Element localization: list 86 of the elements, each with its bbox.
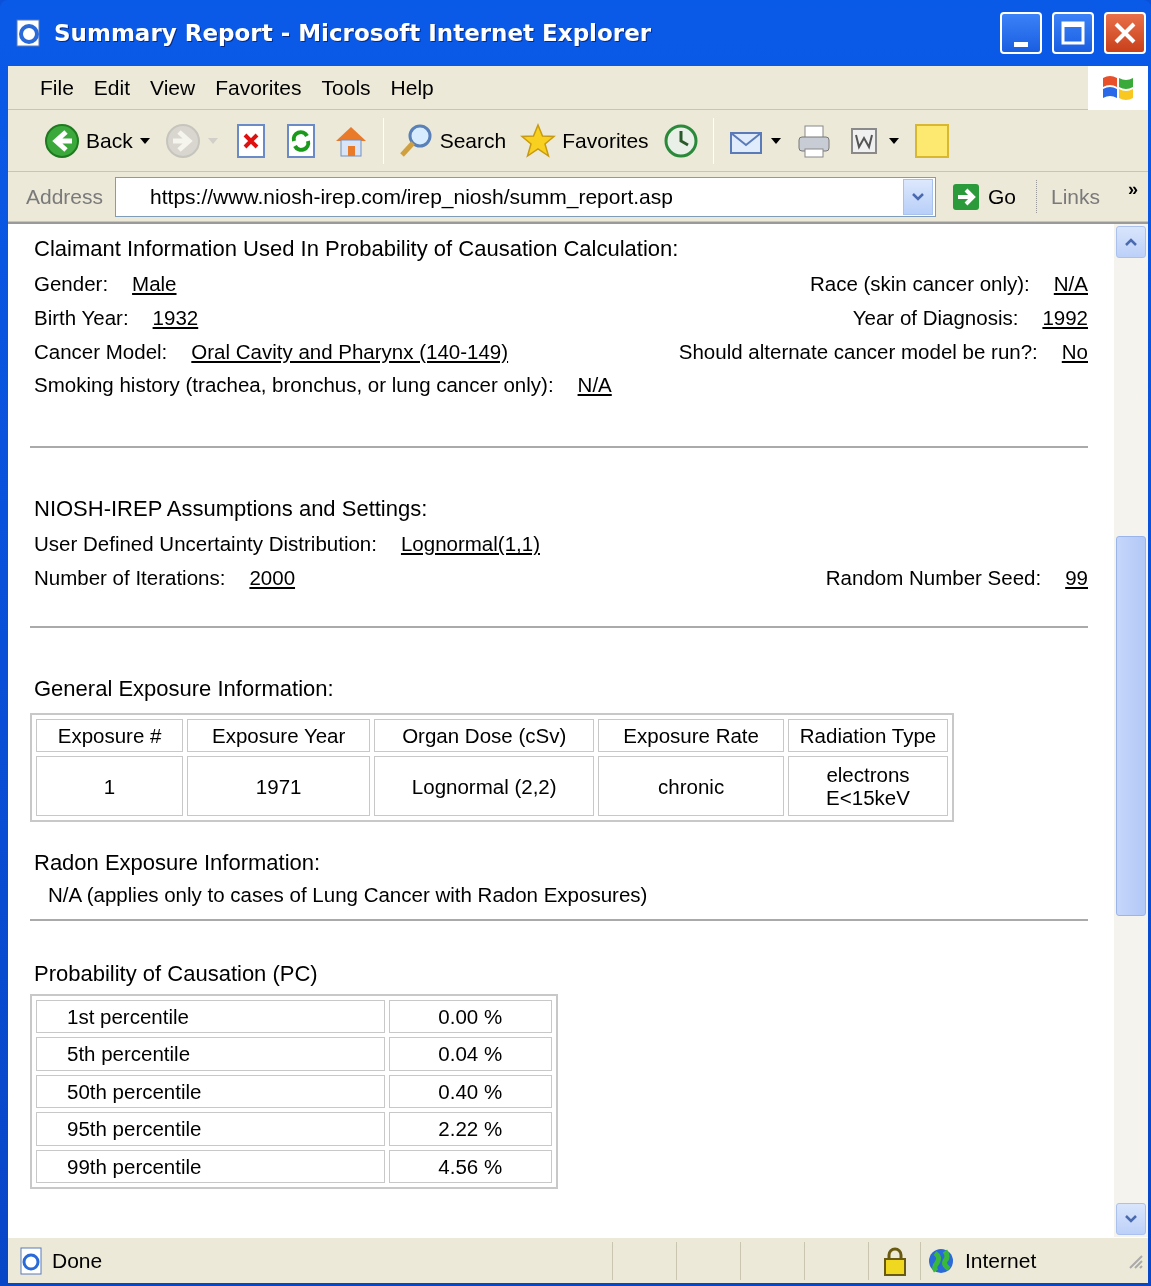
zone-text: Internet xyxy=(965,1247,1037,1274)
menu-item[interactable]: Tools xyxy=(313,69,379,106)
section-title: Claimant Information Used In Probability of Causation Calculation: xyxy=(34,236,680,263)
table-cell: electrons E<15keV xyxy=(788,756,948,817)
clock-icon xyxy=(662,122,699,159)
status-text: Done xyxy=(52,1247,104,1274)
search-icon xyxy=(397,122,434,159)
menu-item[interactable]: Help xyxy=(382,69,442,106)
table-cell: 1 xyxy=(36,756,184,817)
menu-item[interactable]: File xyxy=(32,69,82,106)
field-label: Race (skin cancer only): xyxy=(809,272,1030,297)
printer-icon xyxy=(795,122,832,159)
chevron-down-icon xyxy=(910,191,925,202)
more-links-button[interactable]: » xyxy=(1112,172,1148,203)
table-cell: 5th percentile xyxy=(36,1037,385,1071)
field-label: Random Number Seed: xyxy=(825,565,1042,591)
column-header: Exposure # xyxy=(36,718,184,753)
table-cell: 0.04 % xyxy=(388,1037,552,1071)
address-field[interactable]: https://www.niosh-irep.com/irep_niosh/summ_report.asp xyxy=(115,176,936,217)
section-title: Probability of Causation (PC) xyxy=(34,961,319,988)
favorites-button[interactable]: Favorites xyxy=(516,120,653,161)
table-cell: 50th percentile xyxy=(36,1074,385,1109)
table-cell: 99th percentile xyxy=(36,1149,385,1184)
field-label: Gender: xyxy=(34,272,109,297)
menu-item[interactable]: Edit xyxy=(85,69,139,106)
field-label: Should alternate cancer model be run?: xyxy=(678,339,1038,365)
search-button[interactable]: Search xyxy=(393,120,511,161)
section-title: Radon Exposure Information: xyxy=(34,850,322,877)
column-header: Exposure Year xyxy=(187,718,371,753)
maximize-button[interactable] xyxy=(1052,12,1094,54)
field-label: Cancer Model: xyxy=(34,339,168,365)
caret-icon xyxy=(206,136,219,145)
table-cell: 0.00 % xyxy=(388,999,552,1034)
table-cell: 95th percentile xyxy=(36,1112,385,1146)
field-label: Birth Year: xyxy=(34,306,129,331)
chevron-down-icon xyxy=(1124,1214,1138,1224)
table-cell: 1st percentile xyxy=(36,999,385,1034)
field-value: Lognormal(1,1) xyxy=(400,532,540,557)
padlock-icon xyxy=(882,1245,907,1276)
note-text: N/A (applies only to cases of Lung Cancer with Radon Exposures) xyxy=(48,882,649,908)
dropdown-button[interactable] xyxy=(902,178,933,215)
field-value: N/A xyxy=(1053,272,1088,297)
caret-icon xyxy=(887,136,900,145)
chevron-up-icon xyxy=(1124,237,1138,247)
field-value: 1932 xyxy=(152,306,199,331)
caret-icon xyxy=(138,136,151,145)
window-title: Summary Report - Microsoft Internet Explorer xyxy=(54,18,653,48)
section-title: General Exposure Information: xyxy=(34,676,335,703)
table-cell: 0.40 % xyxy=(388,1074,552,1109)
menu-item[interactable]: View xyxy=(142,69,204,106)
field-value: 99 xyxy=(1065,565,1088,591)
table-cell: 2.22 % xyxy=(388,1112,552,1146)
address-label: Address xyxy=(26,183,104,210)
field-value: No xyxy=(1061,339,1088,365)
table-cell: 4.56 % xyxy=(388,1149,552,1184)
field-label: Smoking history (trachea, bronchus, or lung cancer only): xyxy=(34,373,554,398)
field-value: Oral Cavity and Pharynx (140-149) xyxy=(191,339,509,365)
sticky-note-icon xyxy=(913,122,950,159)
field-label: Number of Iterations: xyxy=(34,565,226,591)
table-cell: Lognormal (2,2) xyxy=(374,756,595,817)
column-header: Exposure Rate xyxy=(598,718,784,753)
scroll-up-button[interactable] xyxy=(1116,226,1146,258)
back-button[interactable]: Back xyxy=(40,120,155,161)
section-title: NIOSH-IREP Assumptions and Settings: xyxy=(34,495,429,523)
links-button[interactable]: Links xyxy=(1035,179,1106,214)
field-value: N/A xyxy=(577,373,612,398)
star-icon xyxy=(520,122,557,159)
scroll-down-button[interactable] xyxy=(1116,1203,1146,1235)
scroll-thumb[interactable] xyxy=(1116,536,1146,916)
field-label: User Defined Uncertainty Distribution: xyxy=(34,532,377,557)
minimize-icon xyxy=(1014,41,1028,47)
globe-icon xyxy=(927,1246,955,1275)
field-label: Year of Diagnosis: xyxy=(852,306,1019,331)
table-cell: chronic xyxy=(598,756,784,817)
menu-item[interactable]: Favorites xyxy=(207,69,310,106)
column-header: Organ Dose (cSv) xyxy=(374,718,595,753)
column-header: Radiation Type xyxy=(788,718,948,753)
table-cell: 1971 xyxy=(187,756,371,817)
go-button[interactable]: Go xyxy=(941,180,1030,213)
field-value: 1992 xyxy=(1042,306,1088,331)
caret-icon xyxy=(769,136,782,145)
scrollbar[interactable] xyxy=(1114,224,1148,1237)
field-value: 2000 xyxy=(249,565,296,591)
minimize-button[interactable] xyxy=(1000,12,1042,54)
field-value: Male xyxy=(132,272,177,297)
close-button[interactable] xyxy=(1104,12,1146,54)
